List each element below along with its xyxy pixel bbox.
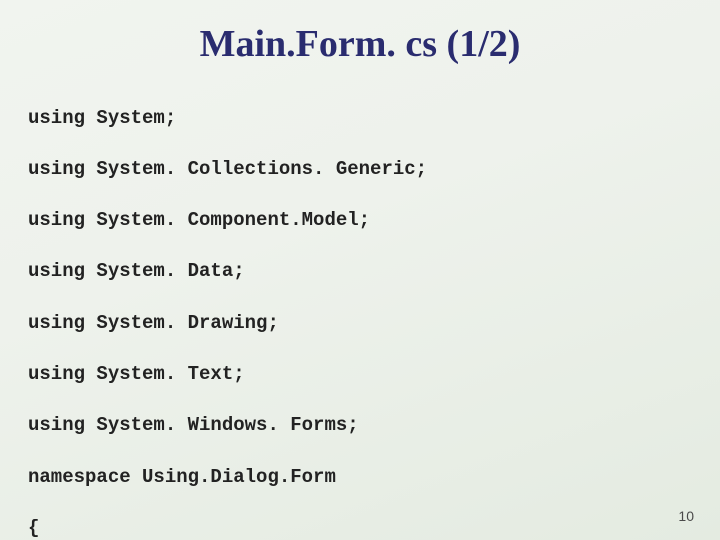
page-number: 10	[678, 508, 694, 524]
code-line: using System;	[28, 106, 473, 132]
code-line: {	[28, 516, 473, 540]
code-line: namespace Using.Dialog.Form	[28, 465, 473, 491]
code-line: using System. Drawing;	[28, 311, 473, 337]
slide-title: Main.Form. cs (1/2)	[0, 22, 720, 66]
code-line: using System. Data;	[28, 259, 473, 285]
code-block: using System; using System. Collections.…	[28, 80, 473, 540]
code-line: using System. Component.Model;	[28, 208, 473, 234]
code-line: using System. Collections. Generic;	[28, 157, 473, 183]
code-line: using System. Windows. Forms;	[28, 413, 473, 439]
slide: Main.Form. cs (1/2) using System; using …	[0, 0, 720, 540]
code-line: using System. Text;	[28, 362, 473, 388]
